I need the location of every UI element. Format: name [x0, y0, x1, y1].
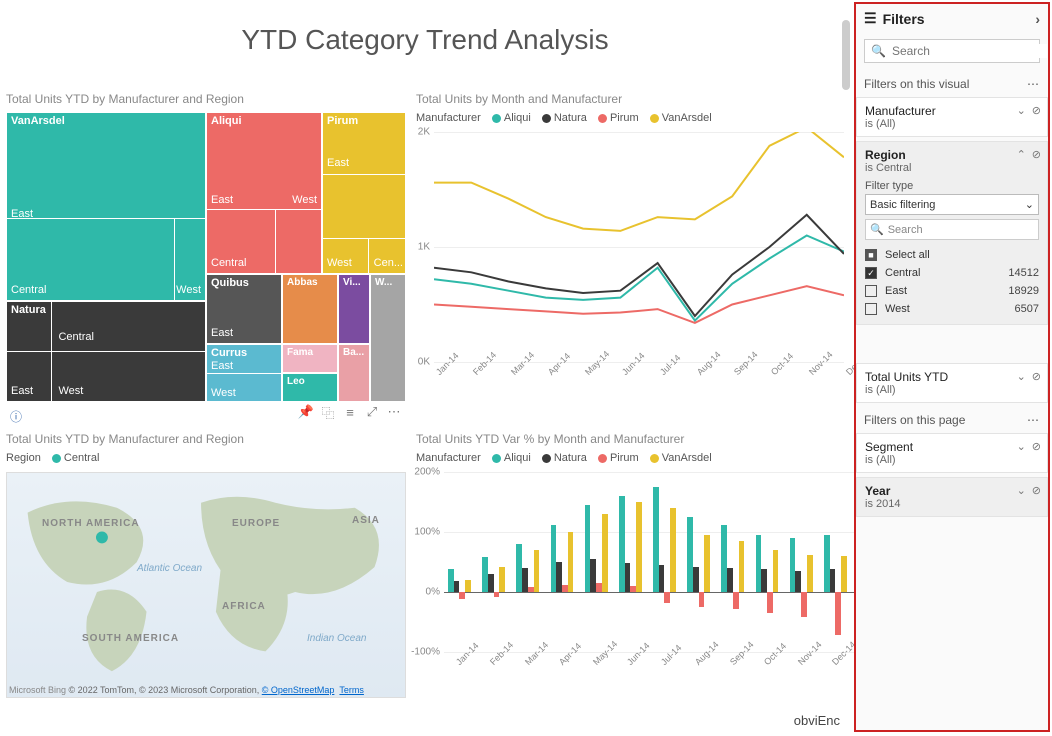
tm-currus[interactable]: Currus East West	[206, 344, 282, 402]
chevron-up-icon[interactable]: ⌃	[1017, 148, 1026, 161]
section-more-icon[interactable]: ⋯	[1027, 77, 1040, 91]
chevron-down-icon[interactable]: ⌄	[1017, 484, 1026, 497]
region-search[interactable]: 🔍 Search	[865, 219, 1039, 240]
more-icon[interactable]: ⋯	[386, 404, 402, 420]
treemap-plot[interactable]: VanArsdel East Central West Natura Centr…	[6, 112, 406, 402]
chevron-down-icon[interactable]: ⌄	[1017, 370, 1026, 383]
search-icon: 🔍	[870, 223, 884, 236]
tm-vanarsdel[interactable]: VanArsdel East Central West	[6, 112, 206, 301]
option-east[interactable]: East 18929	[865, 282, 1039, 300]
bar-plot-area[interactable]: -100%0%100%200%	[444, 472, 854, 652]
clear-filter-icon[interactable]: ⊘	[1032, 370, 1041, 383]
region-options: ■ Select all ✓ Central 14512 East 18929 …	[865, 246, 1039, 318]
tm-natura[interactable]: Natura Central East West	[6, 301, 206, 403]
filter-card-manufacturer[interactable]: Manufacturer is (All) ⌄⊘	[856, 97, 1048, 137]
filters-search-input[interactable]	[892, 44, 1047, 58]
brand-label: obviEnc	[794, 713, 840, 728]
clear-filter-icon[interactable]: ⊘	[1032, 104, 1041, 117]
map-title: Total Units YTD by Manufacturer and Regi…	[6, 432, 406, 446]
page-title: YTD Category Trend Analysis	[4, 24, 846, 56]
map-visual[interactable]: Total Units YTD by Manufacturer and Regi…	[6, 432, 406, 732]
filters-header: ☰ Filters ›	[856, 4, 1048, 33]
line-legend: Manufacturer Aliqui Natura Pirum VanArsd…	[416, 112, 848, 124]
bar-legend: Manufacturer Aliqui Natura Pirum VanArsd…	[416, 452, 848, 464]
tm-vi[interactable]: Vi...	[338, 274, 370, 344]
section-visual-filters: Filters on this visual⋯	[856, 69, 1048, 95]
map-legend: Region Central	[6, 452, 406, 464]
map-attribution: Microsoft Bing © 2022 TomTom, © 2023 Mic…	[9, 685, 364, 695]
filters-search[interactable]: 🔍	[864, 39, 1040, 63]
focus-icon[interactable]: ⤢	[364, 404, 380, 420]
clear-filter-icon[interactable]: ⊘	[1032, 484, 1041, 497]
treemap-title: Total Units YTD by Manufacturer and Regi…	[6, 92, 406, 106]
option-select-all[interactable]: ■ Select all	[865, 246, 1039, 264]
filters-pane: ☰ Filters › 🔍 Filters on this visual⋯ Ma…	[854, 2, 1050, 732]
report-canvas: YTD Category Trend Analysis Total Units …	[0, 0, 850, 736]
canvas-scrollbar[interactable]	[842, 20, 850, 90]
info-icon[interactable]: ⓘ	[10, 408, 22, 425]
map-plot[interactable]: NORTH AMERICA EUROPE ASIA AFRICA SOUTH A…	[6, 472, 406, 698]
tm-aliqui[interactable]: Aliqui East West Central	[206, 112, 322, 274]
treemap-visual[interactable]: Total Units YTD by Manufacturer and Regi…	[6, 92, 406, 402]
option-central[interactable]: ✓ Central 14512	[865, 264, 1039, 282]
clear-filter-icon[interactable]: ⊘	[1032, 148, 1041, 161]
filters-icon: ☰	[864, 10, 877, 27]
checkbox-icon[interactable]	[865, 285, 877, 297]
terms-link[interactable]: Terms	[339, 685, 364, 695]
line-chart-title: Total Units by Month and Manufacturer	[416, 92, 848, 106]
filter-icon[interactable]: ≡	[342, 404, 358, 420]
bar-chart-title: Total Units YTD Var % by Month and Manuf…	[416, 432, 848, 446]
tm-pirum[interactable]: Pirum East West Cen...	[322, 112, 406, 274]
line-x-axis: Jan-14Feb-14Mar-14Apr-14May-14Jun-14Jul-…	[434, 362, 844, 392]
tm-fama[interactable]: Fama	[282, 344, 338, 373]
line-chart-visual[interactable]: Total Units by Month and Manufacturer Ma…	[416, 92, 848, 402]
pin-icon[interactable]: 📌	[298, 404, 314, 420]
checkbox-icon[interactable]: ✓	[865, 267, 877, 279]
clear-filter-icon[interactable]: ⊘	[1032, 440, 1041, 453]
filter-type-select[interactable]: Basic filtering⌄	[865, 194, 1039, 215]
section-more-icon[interactable]: ⋯	[1027, 413, 1040, 427]
visual-toolbar: 📌 ⿻ ≡ ⤢ ⋯	[298, 404, 402, 420]
filter-card-region[interactable]: Region is Central ⌃⊘ Filter type Basic f…	[856, 141, 1048, 325]
option-west[interactable]: West 6507	[865, 300, 1039, 318]
tm-ba[interactable]: Ba...	[338, 344, 370, 402]
collapse-pane-icon[interactable]: ›	[1035, 11, 1040, 27]
search-icon: 🔍	[871, 44, 886, 58]
filter-card-segment[interactable]: Segment is (All) ⌄⊘	[856, 433, 1048, 473]
bar-chart-visual[interactable]: Total Units YTD Var % by Month and Manuf…	[416, 432, 848, 732]
chevron-down-icon: ⌄	[1025, 198, 1034, 211]
line-plot-area[interactable]: 0K1K2K	[434, 132, 844, 362]
tm-quibus[interactable]: Quibus East	[206, 274, 282, 344]
tm-leo[interactable]: Leo	[282, 373, 338, 402]
copy-icon[interactable]: ⿻	[320, 404, 336, 420]
bar-x-axis: Jan-14Feb-14Mar-14Apr-14May-14Jun-14Jul-…	[444, 652, 854, 682]
section-page-filters: Filters on this page⋯	[856, 405, 1048, 431]
tm-abbas[interactable]: Abbas	[282, 274, 338, 344]
chevron-down-icon[interactable]: ⌄	[1017, 104, 1026, 117]
filter-card-total-units[interactable]: Total Units YTD is (All) ⌄⊘	[856, 363, 1048, 403]
tm-w[interactable]: W...	[370, 274, 406, 402]
osm-link[interactable]: © OpenStreetMap	[262, 685, 335, 695]
checkbox-icon[interactable]: ■	[865, 249, 877, 261]
chevron-down-icon[interactable]: ⌄	[1017, 440, 1026, 453]
filter-card-year[interactable]: Year is 2014 ⌄⊘	[856, 477, 1048, 517]
checkbox-icon[interactable]	[865, 303, 877, 315]
